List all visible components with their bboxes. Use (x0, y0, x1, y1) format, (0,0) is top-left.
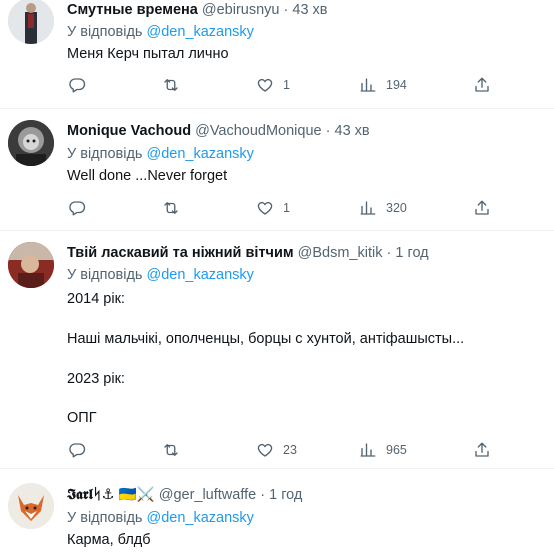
avatar[interactable] (8, 242, 54, 288)
reply-mention-link[interactable]: @den_kazansky (147, 267, 254, 283)
reply-context: У відповідь @den_kazansky (67, 23, 254, 41)
retweet-icon (164, 202, 178, 214)
views-button[interactable]: 320 (359, 199, 407, 217)
like-button[interactable]: 23 (256, 441, 297, 459)
separator-dot: · (260, 487, 266, 503)
timestamp[interactable]: 1 год (269, 487, 302, 503)
view-count: 965 (386, 443, 407, 457)
reply-context: У відповідь @den_kazansky (67, 509, 254, 527)
reply-button[interactable] (68, 441, 95, 459)
retweet-button[interactable] (162, 199, 189, 217)
tweet-3[interactable]: Твій ласкавий та ніжний вітчим @Bdsm_kit… (0, 231, 554, 468)
tweet-text-line: 2023 рік: (67, 371, 125, 387)
reply-context: У відповідь @den_kazansky (67, 266, 254, 284)
share-button[interactable] (473, 76, 491, 94)
author-name[interactable]: Monique Vachoud (67, 123, 191, 139)
author-name[interactable]: Твій ласкавий та ніжний вітчим (67, 245, 294, 261)
reply-mention-link[interactable]: @den_kazansky (147, 510, 254, 526)
tweet-header: 𝕴𝖆𝖗𝖑ᛋ⚓ 🇺🇦⚔️ @ger_luftwaffe · 1 год (67, 486, 302, 504)
reply-context: У відповідь @den_kazansky (67, 145, 254, 163)
share-icon (475, 77, 489, 92)
reply-mention-link[interactable]: @den_kazansky (147, 24, 254, 40)
reply-button[interactable] (68, 76, 95, 94)
tweet-header: Смутные времена @ebirusnyu · 43 хв (67, 1, 328, 19)
share-button[interactable] (473, 199, 491, 217)
timestamp[interactable]: 43 хв (292, 2, 327, 18)
tweet-1[interactable]: Смутные времена @ebirusnyu · 43 хв У від… (0, 0, 554, 108)
retweet-button[interactable] (162, 441, 189, 459)
reply-icon (69, 78, 86, 93)
reply-prefix: У відповідь (67, 146, 143, 162)
tweet-text: Well done ...Never forget (67, 168, 228, 184)
tweet-text-line: 2014 рік: (67, 291, 125, 307)
tweet-2[interactable]: Monique Vachoud @VachoudMonique · 43 хв … (0, 109, 554, 230)
tweet-text-line: Наші мальчікі, ополченцы, борцы с хунтой… (67, 331, 465, 347)
tweet-4[interactable]: 𝕴𝖆𝖗𝖑ᛋ⚓ 🇺🇦⚔️ @ger_luftwaffe · 1 год У від… (0, 469, 554, 556)
views-icon (360, 78, 376, 92)
avatar[interactable] (8, 483, 54, 529)
like-button[interactable]: 1 (256, 199, 290, 217)
reply-button[interactable] (68, 199, 95, 217)
reply-icon (69, 201, 86, 216)
tweet-header: Monique Vachoud @VachoudMonique · 43 хв (67, 122, 370, 140)
tweet-text-line: ОПГ (67, 410, 97, 426)
separator-dot: · (325, 123, 331, 139)
like-count: 1 (283, 201, 290, 215)
like-icon (257, 443, 273, 457)
timestamp[interactable]: 43 хв (335, 123, 370, 139)
view-count: 194 (386, 78, 407, 92)
avatar[interactable] (8, 0, 54, 44)
tweet-text: Меня Керч пытал лично (67, 46, 229, 62)
like-icon (257, 78, 273, 92)
avatar[interactable] (8, 120, 54, 166)
share-button[interactable] (473, 441, 491, 459)
separator-dot: · (386, 245, 392, 261)
retweet-icon (164, 444, 178, 456)
retweet-button[interactable] (162, 76, 189, 94)
views-icon (360, 443, 376, 457)
author-handle[interactable]: @Bdsm_kitik (298, 245, 383, 261)
timestamp[interactable]: 1 год (395, 245, 428, 261)
like-icon (257, 201, 273, 215)
tweet-text: Карма, блдб (67, 532, 151, 548)
reply-prefix: У відповідь (67, 24, 143, 40)
reply-prefix: У відповідь (67, 510, 143, 526)
author-name[interactable]: Смутные времена (67, 2, 198, 18)
reply-icon (69, 443, 86, 458)
like-button[interactable]: 1 (256, 76, 290, 94)
views-button[interactable]: 965 (359, 441, 407, 459)
share-icon (475, 200, 489, 215)
author-handle[interactable]: @VachoudMonique (195, 123, 322, 139)
tweet-header: Твій ласкавий та ніжний вітчим @Bdsm_kit… (67, 244, 429, 262)
views-icon (360, 201, 376, 215)
like-count: 1 (283, 78, 290, 92)
separator-dot: · (283, 2, 289, 18)
author-name[interactable]: 𝕴𝖆𝖗𝖑ᛋ⚓ 🇺🇦⚔️ (67, 487, 155, 503)
retweet-icon (164, 79, 178, 91)
reply-mention-link[interactable]: @den_kazansky (147, 146, 254, 162)
author-handle[interactable]: @ger_luftwaffe (159, 487, 256, 503)
view-count: 320 (386, 201, 407, 215)
reply-prefix: У відповідь (67, 267, 143, 283)
share-icon (475, 442, 489, 457)
author-handle[interactable]: @ebirusnyu (202, 2, 280, 18)
views-button[interactable]: 194 (359, 76, 407, 94)
like-count: 23 (283, 443, 297, 457)
